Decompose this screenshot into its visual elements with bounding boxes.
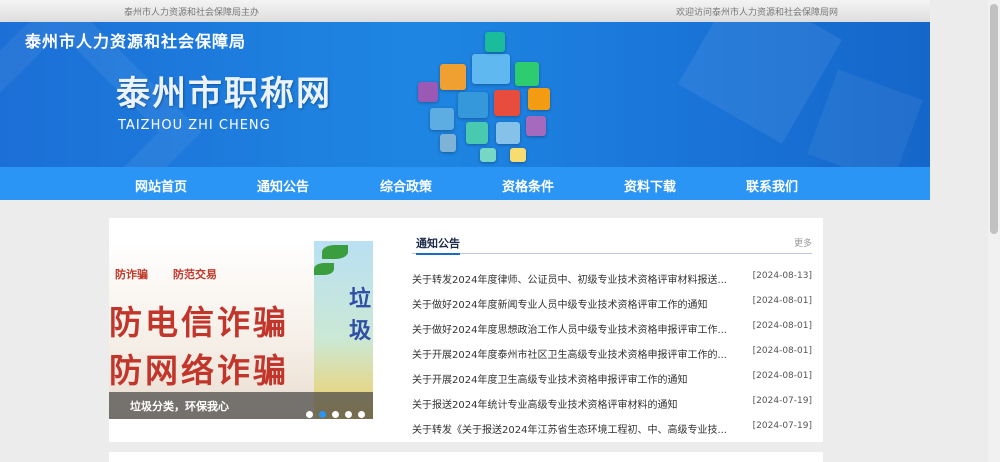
- slider-dots: [300, 403, 365, 419]
- notice-title: 通知公告: [416, 235, 460, 255]
- calendar-icon: [430, 108, 454, 130]
- notice-panel: 通知公告 更多 关于转发2024年度律师、公证员中、初级专业技术资格评审材料报送…: [412, 232, 812, 436]
- notice-item: 关于转发2024年度律师、公证员中、初级专业技术资格评审材料报送... [202…: [412, 271, 812, 287]
- slider-dot[interactable]: [345, 411, 352, 418]
- scrollbar-thumb[interactable]: [990, 4, 998, 234]
- bureau-name: 泰州市人力资源和社会保障局: [25, 32, 247, 51]
- host-label: 泰州市人力资源和社会保障局主办: [124, 8, 260, 18]
- slide-headline: 防网络诈骗: [109, 351, 289, 390]
- notice-link[interactable]: 关于转发《关于报送2024年江苏省生态环境工程初、中、高级专业技...: [412, 421, 732, 436]
- envelope-icon: [472, 54, 510, 84]
- notice-date: [2024-08-01]: [752, 321, 812, 331]
- notice-date: [2024-07-19]: [752, 421, 812, 431]
- header-banner: 泰州市人力资源和社会保障局 泰州市职称网 TAIZHOU ZHI CHENG: [0, 22, 930, 167]
- notice-link[interactable]: 关于转发2024年度律师、公证员中、初级专业技术资格评审材料报送...: [412, 271, 732, 286]
- main-nav: 网站首页 通知公告 综合政策 资格条件 资料下载 联系我们: [0, 167, 930, 200]
- slider-dot-active[interactable]: [319, 411, 326, 418]
- folder-icon: [496, 122, 520, 144]
- notice-item: 关于开展2024年度泰州市社区卫生高级专业技术资格申报评审工作的... [202…: [412, 346, 812, 362]
- notice-item: 关于开展2024年度卫生高级专业技术资格申报评审工作的通知 [2024-08-0…: [412, 371, 812, 387]
- next-section-card: [109, 452, 823, 462]
- calculator-icon: [440, 134, 456, 152]
- notice-date: [2024-08-01]: [752, 346, 812, 356]
- slider-dot[interactable]: [306, 411, 313, 418]
- more-link[interactable]: 更多: [794, 236, 812, 249]
- notice-link[interactable]: 关于开展2024年度卫生高级专业技术资格申报评审工作的通知: [412, 371, 732, 386]
- slider-dot[interactable]: [358, 411, 365, 418]
- notice-date: [2024-08-01]: [752, 296, 812, 306]
- notice-date: [2024-07-19]: [752, 396, 812, 406]
- leaf-decoration: [314, 263, 334, 275]
- nav-item-home[interactable]: 网站首页: [135, 176, 187, 195]
- banner-decoration: [807, 69, 923, 167]
- notice-item: 关于转发《关于报送2024年江苏省生态环境工程初、中、高级专业技... [202…: [412, 421, 812, 437]
- music-icon: [494, 90, 520, 116]
- slider-dot[interactable]: [332, 411, 339, 418]
- nav-item-downloads[interactable]: 资料下载: [624, 176, 676, 195]
- globe-icon: [515, 62, 539, 86]
- notice-link[interactable]: 关于报送2024年统计专业高级专业技术资格评审材料的通知: [412, 396, 732, 411]
- cloud-icon: [458, 92, 488, 118]
- notice-item: 关于做好2024年度新闻专业人员中级专业技术资格评审工作的通知 [2024-08…: [412, 296, 812, 312]
- user-icon: [510, 148, 526, 162]
- settings-icon: [526, 116, 546, 136]
- app-icons-cluster: [410, 26, 560, 164]
- map-icon: [480, 148, 496, 162]
- notice-link[interactable]: 关于做好2024年度思想政治工作人员中级专业技术资格申报评审工作...: [412, 321, 732, 336]
- slide-side-text: 垃圾: [349, 287, 372, 344]
- notice-date: [2024-08-01]: [752, 371, 812, 381]
- phone-icon: [466, 122, 488, 144]
- site-subtitle: TAIZHOU ZHI CHENG: [118, 118, 271, 133]
- slide-headline: 防电信诈骗: [109, 303, 289, 342]
- notice-header: 通知公告 更多: [412, 232, 812, 255]
- page-scrollbar[interactable]: [988, 0, 1000, 462]
- slide-caption: 垃圾分类，环保我心: [109, 392, 373, 419]
- image-slider[interactable]: 防诈骗 防范交易 防电信诈骗 防网络诈骗 垃圾 垃圾分类，环保我心: [109, 241, 373, 419]
- chat-icon: [440, 64, 466, 90]
- nav-item-policies[interactable]: 综合政策: [380, 176, 432, 195]
- slide-tag: 防诈骗: [115, 268, 148, 281]
- nav-item-contact[interactable]: 联系我们: [746, 176, 798, 195]
- chart-icon: [418, 82, 438, 102]
- notice-item: 关于报送2024年统计专业高级专业技术资格评审材料的通知 [2024-07-19…: [412, 396, 812, 412]
- nav-item-qualifications[interactable]: 资格条件: [502, 176, 554, 195]
- slide-tag: 防范交易: [173, 268, 217, 281]
- content-card: 防诈骗 防范交易 防电信诈骗 防网络诈骗 垃圾 垃圾分类，环保我心 通知公告 更…: [109, 218, 823, 442]
- notice-link[interactable]: 关于做好2024年度新闻专业人员中级专业技术资格评审工作的通知: [412, 296, 732, 311]
- top-bar: 泰州市人力资源和社会保障局主办 欢迎访问泰州市人力资源和社会保障局网: [0, 0, 930, 22]
- notice-date: [2024-08-13]: [752, 271, 812, 281]
- camera-icon: [528, 88, 550, 110]
- star-icon: [485, 32, 505, 52]
- notice-link[interactable]: 关于开展2024年度泰州市社区卫生高级专业技术资格申报评审工作的...: [412, 346, 732, 361]
- slide-caption-text: 垃圾分类，环保我心: [130, 400, 229, 413]
- site-title: 泰州市职称网: [116, 74, 332, 114]
- welcome-label: 欢迎访问泰州市人力资源和社会保障局网: [676, 8, 839, 18]
- leaf-decoration: [322, 245, 348, 259]
- notice-item: 关于做好2024年度思想政治工作人员中级专业技术资格申报评审工作... [202…: [412, 321, 812, 337]
- nav-item-notices[interactable]: 通知公告: [257, 176, 309, 195]
